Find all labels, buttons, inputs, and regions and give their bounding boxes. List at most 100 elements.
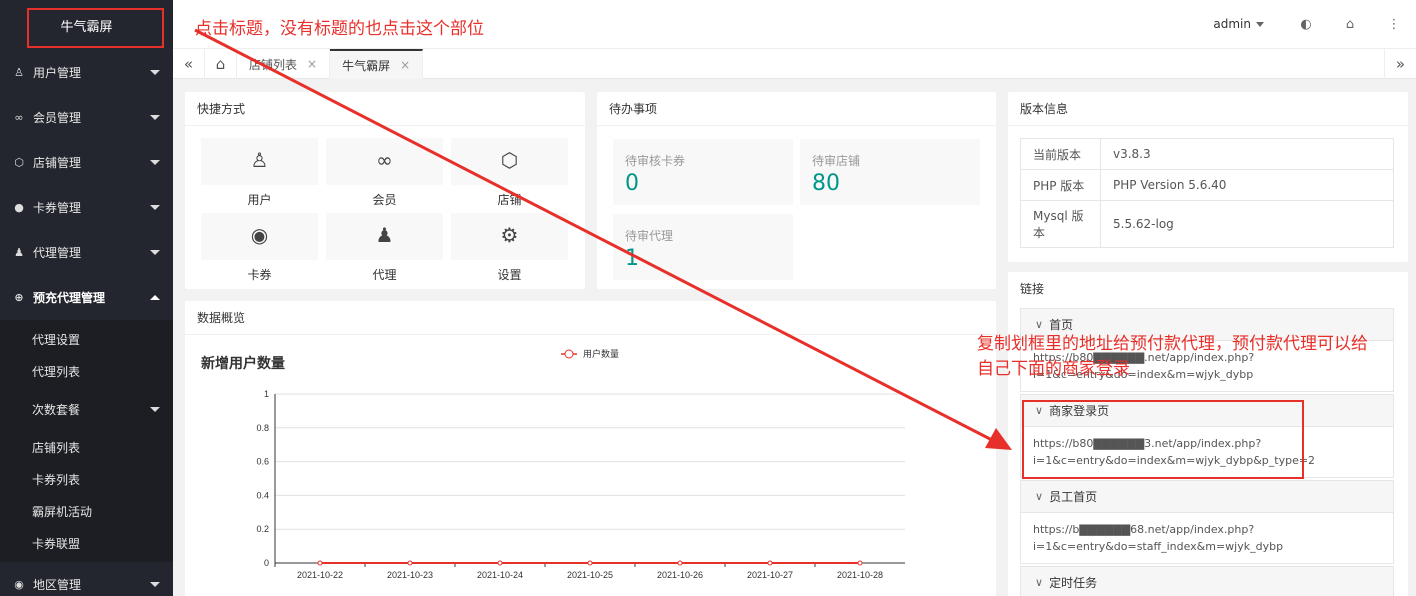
sidebar-item[interactable]: ♙ 用户管理 xyxy=(0,50,173,95)
tab-scroll-left-icon[interactable]: « xyxy=(173,49,205,79)
table-row: Mysql 版本 5.5.62-log xyxy=(1020,200,1394,248)
home-tab-icon[interactable]: ⌂ xyxy=(205,49,237,79)
shortcut-label: 用户 xyxy=(247,193,272,207)
version-value: PHP Version 5.6.40 xyxy=(1100,169,1394,201)
submenu: 代理设置代理列表次数套餐店铺列表卡券列表霸屏机活动 卡券联盟 xyxy=(0,320,173,562)
sidebar-item[interactable]: ⊕ 预充代理管理 xyxy=(0,275,173,320)
x-tick-label: 2021-10-25 xyxy=(567,570,613,580)
sidebar-menu: ♙ 用户管理 ∞ 会员管理 ⬡ 店铺管理 ● 卡券管理 ♟ 代理管理 ⊕ 预充代理管理代理设置代理列表… xyxy=(0,50,173,596)
chevron-icon xyxy=(150,582,160,587)
data-point xyxy=(317,560,323,566)
link-title[interactable]: ∨ 定时任务 xyxy=(1020,566,1394,596)
x-tick-label: 2021-10-28 xyxy=(837,570,883,580)
y-tick-label: 0.6 xyxy=(256,457,269,467)
close-icon[interactable]: × xyxy=(400,58,410,72)
shortcut-item[interactable]: ⚙ 设置 xyxy=(451,213,568,282)
x-tick-label: 2021-10-22 xyxy=(297,570,343,580)
annotation-box-link xyxy=(1022,400,1304,479)
sidebar-item[interactable]: ∞ 会员管理 xyxy=(0,95,173,140)
shortcut-item[interactable]: ◉ 卡券 xyxy=(201,213,318,282)
link-title[interactable]: ∨ 员工首页 xyxy=(1020,480,1394,513)
chevron-icon xyxy=(150,160,160,165)
gear-icon: ⚙ xyxy=(500,223,519,247)
shortcut-item[interactable]: ♙ 用户 xyxy=(201,138,318,207)
version-key: Mysql 版本 xyxy=(1020,200,1101,248)
overview-card: 数据概览 新增用户数量 0 0.2 0.4 0.6 0.8 1 2021-10-22 2021… xyxy=(185,301,996,596)
todo-card: 待办事项 待审核卡券 0 待审店铺 80 待审代理 1 xyxy=(597,92,996,289)
version-table: 当前版本 v3.8.3 PHP 版本 PHP Version 5.6.40 Mysql … xyxy=(1020,138,1394,248)
compass-icon: ◉ xyxy=(14,578,24,591)
x-tick-label: 2021-10-27 xyxy=(747,570,793,580)
version-value: v3.8.3 xyxy=(1100,138,1394,170)
header-actions: admin ◐ ⌂ ⋮ xyxy=(1213,0,1416,48)
user-icon: ♙ xyxy=(14,66,24,79)
card-title: 链接 xyxy=(1020,282,1045,296)
card-title: 待办事项 xyxy=(597,92,996,126)
sidebar-item[interactable]: ◉ 地区管理 xyxy=(0,562,173,596)
username: admin xyxy=(1213,17,1251,31)
tab-scroll-right-icon[interactable]: » xyxy=(1384,49,1416,79)
submenu-item[interactable]: 代理列表 xyxy=(0,355,173,387)
chevron-down-icon: ∨ xyxy=(1035,318,1044,331)
todo-item[interactable]: 待审店铺 80 xyxy=(800,139,980,205)
data-point xyxy=(767,560,773,566)
data-point xyxy=(857,560,863,566)
submenu-item[interactable]: 霸屏机活动 xyxy=(0,495,173,527)
tag-icon[interactable]: ⌂ xyxy=(1328,17,1372,32)
shortcut-item[interactable]: ⬡ 店铺 xyxy=(451,138,568,207)
submenu-item[interactable]: 卡券联盟 xyxy=(0,527,173,559)
sidebar-item[interactable]: ♟ 代理管理 xyxy=(0,230,173,275)
shortcut-item[interactable]: ♟ 代理 xyxy=(326,213,443,282)
user-menu[interactable]: admin xyxy=(1213,17,1264,31)
chevron-down-icon: ∨ xyxy=(1035,490,1044,503)
link-url[interactable]: https://b▇▇▇▇▇▇68.net/app/index.php?i=1&… xyxy=(1020,513,1394,564)
x-tick-label: 2021-10-23 xyxy=(387,570,433,580)
y-tick-label: 0 xyxy=(264,558,269,568)
chevron-icon xyxy=(150,205,160,210)
tab-shop-list[interactable]: 店铺列表 × xyxy=(237,49,331,79)
more-icon[interactable]: ⋮ xyxy=(1372,17,1416,32)
todo-item[interactable]: 待审代理 1 xyxy=(613,214,793,280)
chevron-icon xyxy=(150,250,160,255)
x-tick-label: 2021-10-26 xyxy=(657,570,703,580)
version-value: 5.5.62-log xyxy=(1100,200,1394,248)
submenu-item[interactable]: 次数套餐 xyxy=(0,387,173,431)
person-icon: ♟ xyxy=(375,223,394,247)
y-tick-label: 0.8 xyxy=(256,423,269,433)
table-row: PHP 版本 PHP Version 5.6.40 xyxy=(1020,169,1394,201)
chevron-icon xyxy=(150,70,160,75)
submenu-item-label: 卡券列表 xyxy=(32,472,81,487)
sidebar-item[interactable]: ⬡ 店铺管理 xyxy=(0,140,173,185)
todo-count: 80 xyxy=(812,171,840,196)
chevron-icon xyxy=(150,295,160,300)
x-tick-label: 2021-10-24 xyxy=(477,570,523,580)
submenu-item[interactable]: 卡券列表 xyxy=(0,463,173,495)
submenu-item[interactable]: 店铺列表 xyxy=(0,431,173,463)
chevron-down-icon: ∨ xyxy=(1035,576,1044,589)
tab-niuqi-bapin[interactable]: 牛气霸屏 × xyxy=(330,49,424,79)
submenu-item[interactable]: 代理设置 xyxy=(0,323,173,355)
card-title: 快捷方式 xyxy=(185,92,585,126)
card-title: 版本信息 xyxy=(1008,92,1408,126)
shortcut-item[interactable]: ∞ 会员 xyxy=(326,138,443,207)
annotation-right: 复制划框里的地址给预付款代理，预付款代理可以给自己下面的商家登录 xyxy=(977,334,1368,379)
tab-label: 牛气霸屏 xyxy=(342,58,391,73)
sidebar-item-label: 会员管理 xyxy=(33,111,82,125)
todo-label: 待审代理 xyxy=(625,229,674,243)
link-item: ∨ 员工首页 https://b▇▇▇▇▇▇68.net/app/index.php… xyxy=(1020,480,1394,564)
person-icon: ♟ xyxy=(14,246,24,259)
sidebar-item[interactable]: ● 卡券管理 xyxy=(0,185,173,230)
close-icon[interactable]: × xyxy=(307,57,317,71)
shortcut-label: 卡券 xyxy=(247,268,272,282)
cube-icon: ⬡ xyxy=(500,148,519,172)
sidebar-item-label: 用户管理 xyxy=(33,66,82,80)
submenu-item-label: 代理列表 xyxy=(32,364,81,379)
data-point xyxy=(497,560,503,566)
submenu-item-label: 店铺列表 xyxy=(32,440,81,455)
submenu-item-label: 代理设置 xyxy=(32,332,81,347)
submenu-item-label: 次数套餐 xyxy=(32,402,81,417)
todo-item[interactable]: 待审核卡券 0 xyxy=(613,139,793,205)
chevron-down-icon xyxy=(1256,21,1264,27)
sidebar-item-label: 店铺管理 xyxy=(33,156,82,170)
palette-icon[interactable]: ◐ xyxy=(1284,17,1328,32)
